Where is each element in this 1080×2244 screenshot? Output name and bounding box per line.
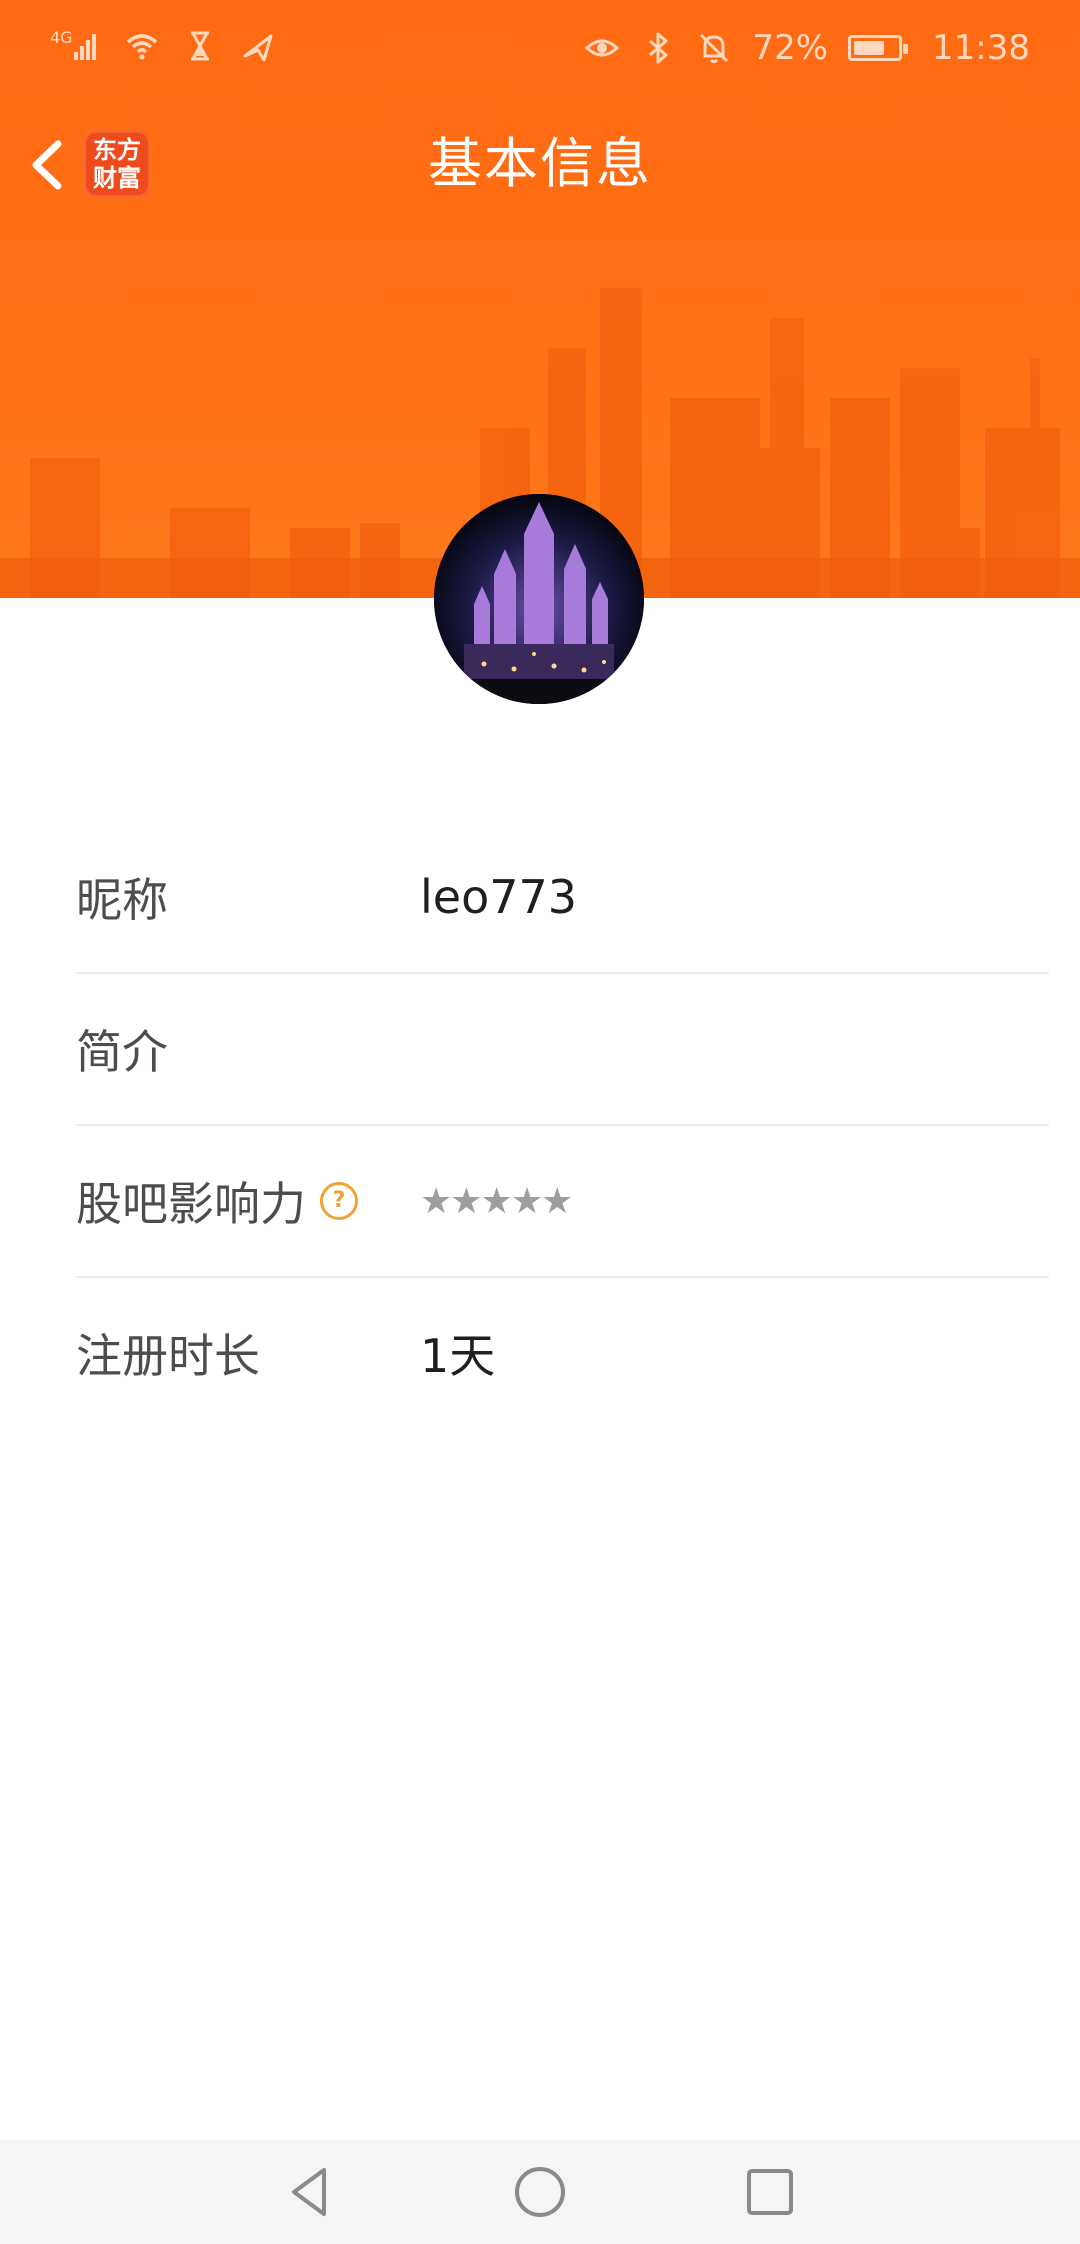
signal-icon: 4G — [50, 28, 102, 64]
influence-stars: ★★★★★ — [420, 1180, 573, 1222]
influence-label: 股吧影响力 — [76, 1177, 306, 1231]
wifi-icon — [126, 34, 158, 60]
back-triangle-icon[interactable] — [280, 2162, 340, 2222]
send-icon — [243, 34, 273, 62]
system-navigation-bar — [0, 2140, 1080, 2244]
avatar[interactable] — [434, 494, 644, 704]
registration-label: 注册时长 — [76, 1329, 260, 1383]
battery-level-fill — [854, 41, 885, 55]
status-bar: 4G 72% 11:38 — [0, 0, 1080, 100]
bio-label: 简介 — [76, 1025, 168, 1079]
registration-value: 1天 — [420, 1329, 496, 1383]
status-right-group: 72% 11:38 — [584, 28, 1030, 68]
hourglass-icon — [191, 31, 209, 61]
clock-time: 11:38 — [932, 28, 1030, 68]
row-nickname[interactable]: 昵称 leo773 — [76, 822, 1049, 974]
bluetooth-icon — [649, 32, 668, 64]
avatar-castle-image — [434, 494, 644, 704]
home-circle-icon[interactable] — [510, 2162, 570, 2222]
row-influence: 股吧影响力 ? ★★★★★ — [76, 1126, 1049, 1278]
bell-off-icon — [700, 33, 729, 63]
row-bio[interactable]: 简介 — [76, 974, 1049, 1126]
eye-icon — [585, 39, 620, 57]
recents-square-icon[interactable] — [740, 2162, 800, 2222]
nickname-value: leo773 — [420, 870, 578, 924]
question-circle-icon[interactable]: ? — [320, 1182, 358, 1220]
status-left-group: 4G — [50, 28, 276, 64]
row-registration-duration: 注册时长 1天 — [76, 1278, 1049, 1428]
nickname-label: 昵称 — [76, 873, 168, 927]
influence-label-group: 股吧影响力 ? — [76, 1168, 420, 1234]
battery-percent: 72% — [752, 28, 829, 68]
profile-info-list: 昵称 leo773 简介 股吧影响力 ? ★★★★★ 注册时长 1天 — [76, 822, 1049, 1428]
page-title: 基本信息 — [428, 132, 652, 195]
battery-icon — [848, 35, 909, 61]
